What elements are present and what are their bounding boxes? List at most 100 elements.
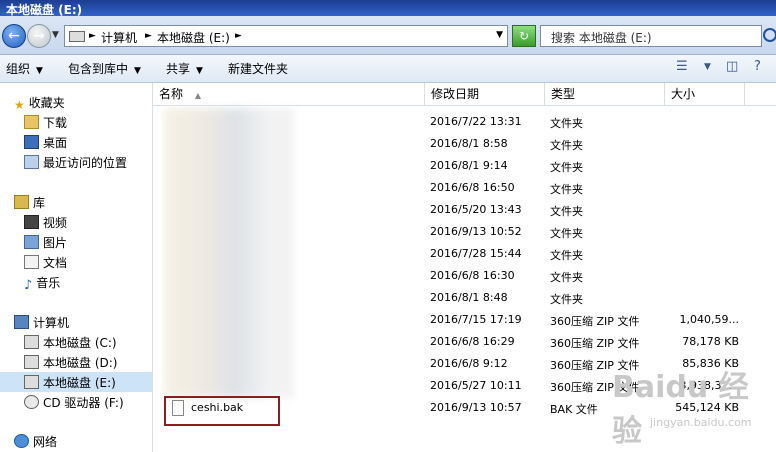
sidebar-item-label: 本地磁盘 (E:) [43, 376, 116, 390]
sidebar-group-network[interactable]: 网络 [14, 433, 57, 450]
drive-icon [24, 355, 39, 369]
sidebar-group-favorites[interactable]: ★ 收藏夹 [14, 94, 65, 112]
preview-pane-icon[interactable]: ◫ [726, 59, 738, 74]
table-row[interactable]: 2016/6/8 16:29 360压缩 ZIP 文件 78,178 KB [153, 331, 776, 353]
highlight-box [164, 396, 280, 426]
table-row[interactable]: 2016/7/15 17:19 360压缩 ZIP 文件 1,040,59... [153, 309, 776, 331]
file-type: 文件夹 [550, 293, 583, 306]
sidebar-item-label: 本地磁盘 (D:) [43, 356, 118, 370]
file-type: 文件夹 [550, 117, 583, 130]
chevron-right-icon[interactable]: ► [145, 31, 152, 41]
sidebar-item-drive-c[interactable]: 本地磁盘 (C:) [24, 334, 117, 351]
desktop-icon [24, 135, 39, 149]
file-size: 1,040,59... [679, 313, 739, 326]
address-dropdown-icon[interactable]: ▼ [496, 30, 503, 40]
table-row[interactable]: 2016/9/13 10:52 文件夹 [153, 221, 776, 243]
table-row[interactable]: 2016/7/28 15:44 文件夹 [153, 243, 776, 265]
address-bar[interactable]: ► 计算机 ► 本地磁盘 (E:) ► ▼ [64, 25, 508, 47]
column-header-name[interactable]: 名称 ▲ [153, 83, 425, 105]
sidebar-item-label: 最近访问的位置 [43, 156, 128, 170]
chevron-down-icon: ▼ [36, 66, 43, 76]
file-date: 2016/9/13 10:57 [430, 401, 522, 414]
file-type: 文件夹 [550, 183, 583, 196]
file-date: 2016/6/8 9:12 [430, 357, 508, 370]
search-icon[interactable] [763, 28, 776, 42]
file-date: 2016/9/13 10:52 [430, 225, 522, 238]
column-name-label: 名称 [159, 87, 184, 101]
file-date: 2016/8/1 8:58 [430, 137, 508, 150]
file-list-header: 名称 ▲ 修改日期 类型 大小 [153, 83, 776, 106]
new-folder-button[interactable]: 新建文件夹 [228, 60, 288, 77]
sidebar-item-pictures[interactable]: 图片 [24, 234, 67, 251]
forward-button[interactable]: → [27, 24, 51, 48]
file-type: 文件夹 [550, 227, 583, 240]
file-date: 2016/6/8 16:50 [430, 181, 515, 194]
sidebar-item-drive-d[interactable]: 本地磁盘 (D:) [24, 354, 117, 371]
search-input[interactable]: 搜索 本地磁盘 (E:) [540, 25, 776, 47]
network-icon [14, 434, 29, 448]
sidebar-item-label: 本地磁盘 (C:) [43, 336, 117, 350]
chevron-right-icon[interactable]: ► [89, 31, 96, 41]
share-label: 共享 [166, 62, 191, 76]
sidebar-group-computer[interactable]: 计算机 [14, 314, 69, 331]
table-row[interactable]: 2016/6/8 16:50 文件夹 [153, 177, 776, 199]
column-header-size[interactable]: 大小 [665, 83, 745, 105]
file-type: BAK 文件 [550, 403, 598, 416]
sidebar-item-music[interactable]: ♪ 音乐 [24, 274, 61, 293]
sidebar-item-cd-drive-f[interactable]: CD 驱动器 (F:) [24, 394, 124, 411]
sidebar-item-downloads[interactable]: 下载 [24, 114, 67, 131]
command-toolbar: 组织 ▼ 包含到库中 ▼ 共享 ▼ 新建文件夹 ☰ ▼ ◫ ? [0, 55, 776, 83]
sidebar-item-desktop[interactable]: 桌面 [24, 134, 67, 151]
refresh-button[interactable]: ↻ [512, 25, 536, 47]
file-type: 文件夹 [550, 205, 583, 218]
chevron-down-icon: ▼ [196, 66, 203, 76]
drive-icon [24, 375, 39, 389]
recent-pages-dropdown[interactable]: ▼ [52, 30, 59, 40]
file-date: 2016/5/20 13:43 [430, 203, 522, 216]
include-in-library-menu[interactable]: 包含到库中 ▼ [68, 60, 141, 77]
sidebar-group-libraries[interactable]: 库 [14, 194, 45, 211]
sidebar-item-drive-e-selected[interactable]: 本地磁盘 (E:) [0, 372, 152, 392]
column-header-type[interactable]: 类型 [545, 83, 665, 105]
drive-icon [24, 335, 39, 349]
help-icon[interactable]: ? [754, 59, 761, 74]
watermark-url: jingyan.baidu.com [650, 416, 752, 429]
search-placeholder: 搜索 本地磁盘 (E:) [551, 31, 652, 45]
file-type: 文件夹 [550, 271, 583, 284]
chevron-right-icon[interactable]: ► [235, 31, 242, 41]
file-type: 文件夹 [550, 139, 583, 152]
table-row[interactable]: 2016/8/1 8:58 文件夹 [153, 133, 776, 155]
share-menu[interactable]: 共享 ▼ [166, 60, 203, 77]
column-header-date[interactable]: 修改日期 [425, 83, 545, 105]
watermark-logo: Baidu 经验 [612, 370, 749, 449]
sidebar-item-label: 音乐 [36, 276, 61, 290]
sidebar-item-documents[interactable]: 文档 [24, 254, 67, 271]
breadcrumb-drive-e[interactable]: 本地磁盘 (E:) [157, 29, 230, 46]
computer-icon [14, 315, 29, 329]
file-date: 2016/7/22 13:31 [430, 115, 522, 128]
view-options-icon[interactable]: ☰ [676, 59, 688, 74]
file-size: 78,178 KB [682, 335, 739, 348]
file-date: 2016/8/1 8:48 [430, 291, 508, 304]
view-dropdown-icon[interactable]: ▼ [704, 62, 711, 72]
sidebar-item-videos[interactable]: 视频 [24, 214, 67, 231]
table-row[interactable]: 2016/8/1 9:14 文件夹 [153, 155, 776, 177]
sort-ascending-icon: ▲ [194, 91, 201, 100]
table-row[interactable]: 2016/6/8 16:30 文件夹 [153, 265, 776, 287]
file-date: 2016/6/8 16:30 [430, 269, 515, 282]
table-row[interactable]: 2016/7/22 13:31 文件夹 [153, 111, 776, 133]
sidebar-item-label: 下载 [43, 116, 68, 130]
file-type: 360压缩 ZIP 文件 [550, 315, 640, 328]
organize-menu[interactable]: 组织 ▼ [6, 60, 43, 77]
sidebar-item-recent-places[interactable]: 最近访问的位置 [24, 154, 127, 171]
breadcrumb-computer[interactable]: 计算机 [101, 29, 137, 46]
recent-places-icon [24, 155, 39, 169]
column-size-label: 大小 [671, 87, 696, 101]
table-row[interactable]: 2016/5/20 13:43 文件夹 [153, 199, 776, 221]
cd-drive-icon [24, 395, 39, 409]
table-row[interactable]: 2016/8/1 8:48 文件夹 [153, 287, 776, 309]
star-icon: ★ [14, 98, 25, 112]
file-date: 2016/6/8 16:29 [430, 335, 515, 348]
new-folder-label: 新建文件夹 [228, 62, 289, 76]
back-button[interactable]: ← [2, 24, 26, 48]
